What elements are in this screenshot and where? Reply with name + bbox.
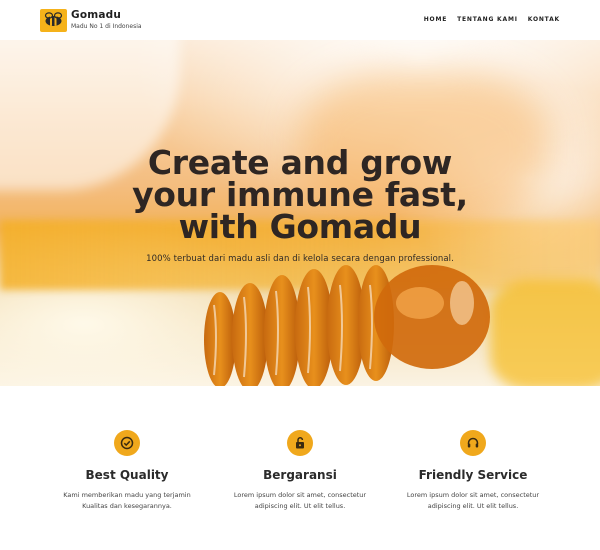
nav-tentang-kami-link[interactable]: TENTANG KAMI: [457, 16, 518, 23]
feature-description: Lorem ipsum dolor sit amet, consectetur …: [233, 491, 367, 510]
feature-description: Lorem ipsum dolor sit amet, consectetur …: [406, 491, 540, 510]
nav-home-link[interactable]: HOME: [424, 16, 447, 23]
feature-title: Best Quality: [85, 468, 169, 482]
brand-tagline: Madu No 1 di Indonesia: [71, 23, 142, 30]
hero-section: Create and grow your immune fast, with G…: [0, 40, 600, 386]
brand-name[interactable]: Gomadu: [71, 9, 121, 21]
honey-dipper-image: [204, 265, 490, 386]
feature-title: Bergaransi: [263, 468, 337, 482]
headset-icon: [460, 430, 486, 456]
site-header: Gomadu Madu No 1 di Indonesia HOME TENTA…: [0, 0, 600, 40]
feature-title: Friendly Service: [418, 468, 528, 482]
main-nav: HOME TENTANG KAMI KONTAK: [424, 16, 560, 23]
check-circle-icon: [114, 430, 140, 456]
nav-kontak-link[interactable]: KONTAK: [528, 16, 560, 23]
unlock-icon: [287, 430, 313, 456]
bee-logo-icon[interactable]: [40, 9, 67, 32]
hero-subtitle: 100% terbuat dari madu asli dan di kelol…: [146, 254, 454, 264]
hero-title-line-3: with Gomadu: [178, 207, 422, 246]
feature-description: Kami memberikan madu yang terjamin Kuali…: [63, 491, 191, 510]
hero-title: Create and grow your immune fast, with G…: [0, 146, 600, 246]
features-section: Best Quality Kami memberikan madu yang t…: [0, 386, 600, 550]
